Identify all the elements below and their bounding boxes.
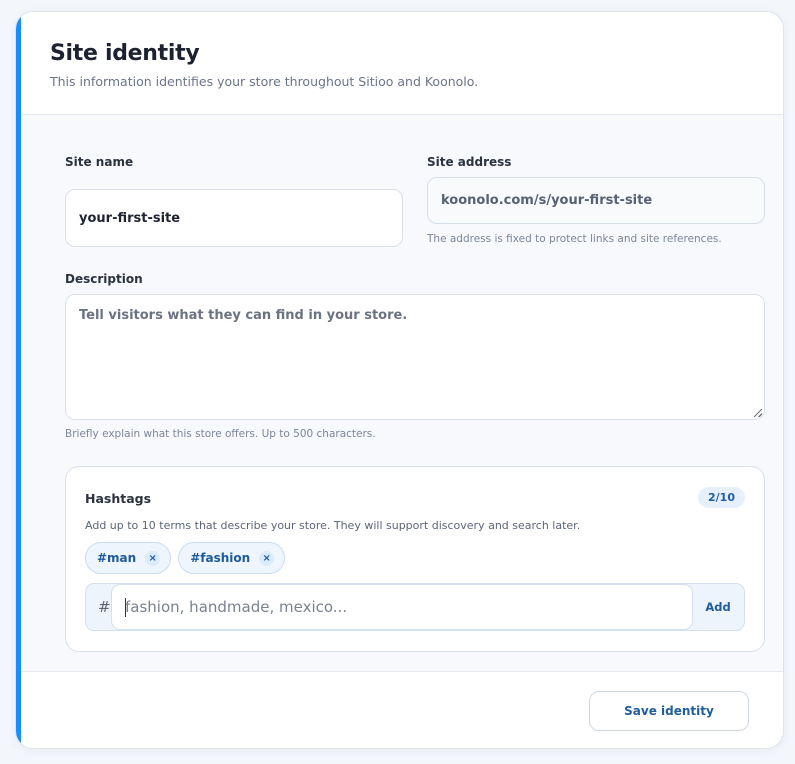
hashtag-input[interactable]: fashion, handmade, mexico... bbox=[111, 584, 693, 630]
hashtag-input-group: # fashion, handmade, mexico... Add bbox=[85, 583, 745, 631]
hashtags-panel: Hashtags 2/10 Add up to 10 terms that de… bbox=[65, 466, 765, 652]
hashtag-chip-list: #man × #fashion × bbox=[85, 542, 286, 574]
page-title: Site identity bbox=[50, 41, 200, 66]
site-name-label: Site name bbox=[65, 155, 134, 169]
hashtags-title: Hashtags bbox=[85, 491, 152, 506]
hash-prefix: # bbox=[98, 598, 111, 616]
site-name-input[interactable]: your-first-site bbox=[65, 189, 403, 247]
description-label: Description bbox=[65, 272, 143, 286]
site-address-help: The address is fixed to protect links an… bbox=[427, 233, 722, 245]
form-body: Site name your-first-site Site address k… bbox=[21, 115, 783, 748]
hashtag-chip-label: #fashion bbox=[190, 551, 251, 565]
card-footer: Save identity bbox=[21, 672, 783, 748]
site-address-field: koonolo.com/s/your-first-site bbox=[427, 177, 765, 224]
card-header: Site identity This information identifie… bbox=[21, 12, 783, 115]
hashtag-input-placeholder: fashion, handmade, mexico... bbox=[125, 598, 348, 616]
hashtag-chip-label: #man bbox=[97, 551, 137, 565]
site-identity-card: Site identity This information identifie… bbox=[15, 11, 784, 749]
description-textarea[interactable]: Tell visitors what they can find in your… bbox=[65, 294, 765, 420]
remove-tag-icon[interactable]: × bbox=[145, 550, 161, 566]
description-help: Briefly explain what this store offers. … bbox=[65, 428, 376, 440]
hashtag-chip: #fashion × bbox=[178, 542, 286, 574]
resize-handle-icon[interactable] bbox=[754, 409, 762, 417]
hashtags-help: Add up to 10 terms that describe your st… bbox=[85, 519, 581, 532]
add-hashtag-button[interactable]: Add bbox=[692, 584, 744, 630]
site-address-label: Site address bbox=[427, 155, 512, 169]
description-placeholder: Tell visitors what they can find in your… bbox=[79, 308, 408, 323]
page-subtitle: This information identifies your store t… bbox=[50, 74, 479, 89]
remove-tag-icon[interactable]: × bbox=[259, 550, 275, 566]
text-caret bbox=[125, 598, 126, 617]
hashtag-counter-badge: 2/10 bbox=[698, 487, 745, 508]
hashtag-chip: #man × bbox=[85, 542, 172, 574]
save-identity-button[interactable]: Save identity bbox=[589, 691, 749, 731]
